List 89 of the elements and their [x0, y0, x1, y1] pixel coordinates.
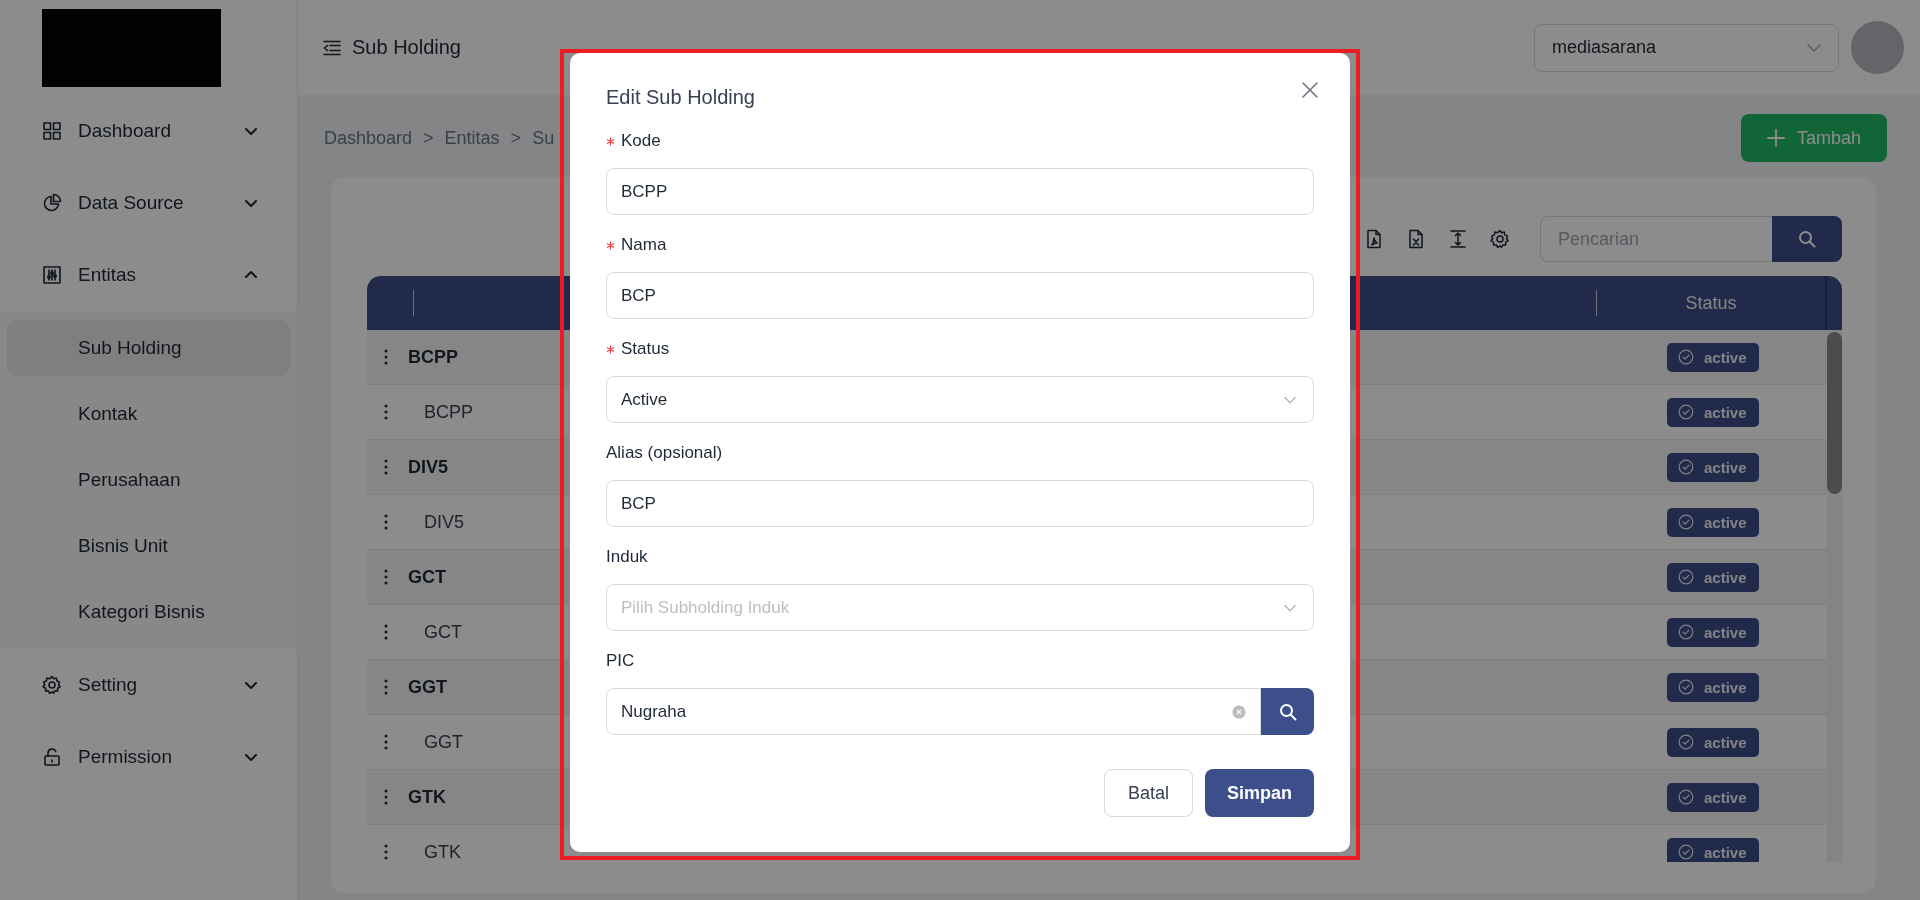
field-label: Status: [621, 338, 670, 360]
search-button[interactable]: [1261, 688, 1314, 735]
pie-chart-icon: [42, 193, 62, 213]
dots-vertical-icon[interactable]: [383, 513, 389, 531]
status-text: active: [1704, 568, 1747, 586]
dots-vertical-icon[interactable]: [383, 733, 389, 751]
table-cell: GGT: [408, 676, 447, 697]
status-text: active: [1704, 458, 1747, 476]
input-field[interactable]: BCP: [606, 480, 1314, 527]
status-text: active: [1704, 348, 1747, 366]
page-title: Sub Holding: [352, 36, 462, 59]
sidebar-item[interactable]: Permission: [0, 721, 297, 793]
check-circle-icon: [1678, 844, 1694, 860]
save-button[interactable]: Simpan: [1205, 769, 1314, 817]
pdf-file-icon[interactable]: [1364, 229, 1384, 249]
field-label: PIC: [606, 650, 635, 672]
check-circle-icon: [1678, 679, 1694, 695]
settings-icon: [42, 675, 62, 695]
sidebar-item[interactable]: Dashboard: [0, 95, 297, 167]
table-cell: GCT: [408, 566, 446, 587]
column-header: Status: [1684, 292, 1738, 314]
table-cell: GTK: [424, 841, 461, 862]
sidebar-subitem[interactable]: Kategori Bisnis: [7, 579, 290, 645]
sidebar-subitem[interactable]: Perusahaan: [7, 447, 290, 513]
dots-vertical-icon[interactable]: [383, 458, 389, 476]
check-circle-icon: [1678, 569, 1694, 585]
status-text: active: [1704, 623, 1747, 641]
status-text: active: [1704, 678, 1747, 696]
table-cell: BCPP: [424, 401, 474, 422]
dialog-title: Edit Sub Holding: [606, 85, 755, 109]
sidebar-subitem[interactable]: Kontak: [7, 381, 290, 447]
padlock-icon: [42, 747, 62, 767]
table-cell: GTK: [408, 786, 446, 807]
sidebar-item[interactable]: Data Source: [0, 167, 297, 239]
grid-icon: [42, 121, 62, 141]
menu-icon[interactable]: [323, 39, 341, 56]
dots-vertical-icon[interactable]: [383, 403, 389, 421]
company-select[interactable]: mediasarana: [1534, 23, 1839, 72]
check-circle-icon: [1678, 789, 1694, 805]
status-text: active: [1704, 843, 1747, 861]
sliders-icon: [42, 265, 62, 285]
sidebar-item[interactable]: Setting: [0, 649, 297, 721]
settings-icon[interactable]: [1490, 229, 1510, 249]
field-label: Nama: [621, 234, 667, 256]
table-cell: DIV5: [424, 511, 465, 532]
dots-vertical-icon[interactable]: [383, 788, 389, 806]
dots-vertical-icon[interactable]: [383, 623, 389, 641]
cancel-button[interactable]: Batal: [1104, 769, 1193, 817]
dots-vertical-icon[interactable]: [383, 843, 389, 861]
sidebar-item[interactable]: Entitas: [0, 239, 297, 311]
search-button[interactable]: [1772, 216, 1842, 262]
sidebar-subitem[interactable]: Sub Holding: [7, 320, 290, 376]
check-circle-icon: [1678, 514, 1694, 530]
input-field[interactable]: Nugraha: [606, 688, 1261, 735]
check-circle-icon: [1678, 459, 1694, 475]
table-cell: GCT: [424, 621, 462, 642]
table-cell: GGT: [424, 731, 463, 752]
input-field[interactable]: BCP: [606, 272, 1314, 319]
sidebar-subitem[interactable]: Bisnis Unit: [7, 513, 290, 579]
breadcrumb-separator: >: [423, 127, 434, 149]
check-circle-icon: [1678, 349, 1694, 365]
table-cell: DIV5: [408, 456, 449, 477]
dots-vertical-icon[interactable]: [383, 568, 389, 586]
status-text: active: [1704, 788, 1747, 806]
input-field[interactable]: BCPP: [606, 168, 1314, 215]
breadcrumb-link[interactable]: Su: [532, 127, 555, 149]
breadcrumb-link[interactable]: Dashboard: [324, 127, 413, 149]
check-circle-icon: [1678, 624, 1694, 640]
status-text: active: [1704, 403, 1747, 421]
excel-file-icon[interactable]: [1406, 229, 1426, 249]
search-icon: [1798, 230, 1816, 248]
plus-icon: [1766, 129, 1785, 147]
field-label: Kode: [621, 130, 661, 152]
close-icon[interactable]: [1302, 82, 1318, 98]
check-circle-icon: [1678, 404, 1694, 420]
status-text: active: [1704, 513, 1747, 531]
field-label: Induk: [606, 546, 648, 568]
scrollbar-thumb[interactable]: [1827, 332, 1842, 494]
check-circle-icon: [1678, 734, 1694, 750]
search-icon: [1278, 702, 1297, 721]
breadcrumb-separator: >: [510, 127, 522, 149]
breadcrumb-link[interactable]: Entitas: [444, 127, 500, 149]
dots-vertical-icon[interactable]: [383, 348, 389, 366]
select-field[interactable]: Active: [606, 376, 1314, 423]
field-label: Alias (opsional): [606, 442, 723, 464]
status-text: active: [1704, 733, 1747, 751]
row-height-icon[interactable]: [1448, 229, 1468, 249]
table-cell: BCPP: [408, 346, 458, 367]
dots-vertical-icon[interactable]: [383, 678, 389, 696]
